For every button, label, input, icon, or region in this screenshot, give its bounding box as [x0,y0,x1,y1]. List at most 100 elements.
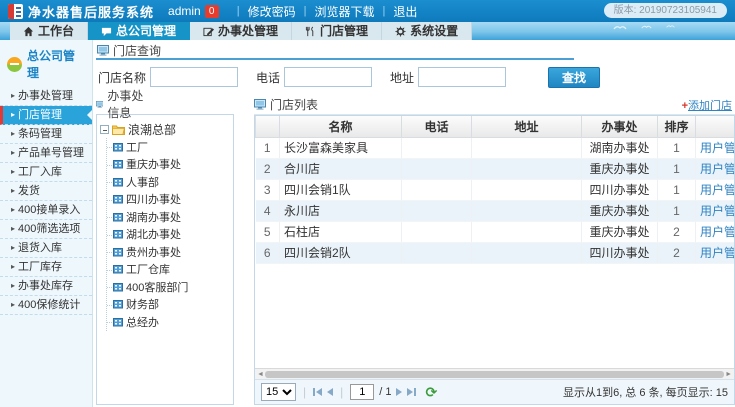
content: 门店查询 门店名称 电话 地址 查找 办事处信息 [93,40,735,407]
tab-系统设置[interactable]: 系统设置 [382,22,472,40]
sidebar-item-400保修统计[interactable]: ▸400保修统计 [0,296,92,315]
tree-node-label: 人事部 [126,174,159,190]
user-manage-link[interactable]: 用户管理 [700,141,734,155]
phone-input[interactable] [284,67,372,87]
cell-sort: 2 [658,221,696,242]
tree-root-node[interactable]: 浪潮总部 [100,121,230,138]
tree-node-人事部[interactable]: 人事部 [107,173,230,191]
user-manage-link[interactable]: 用户管理 [700,225,734,239]
building-icon [113,212,123,222]
cell-sort: 1 [658,137,696,158]
column-header: 排序 [658,116,696,137]
tree-node-重庆办事处[interactable]: 重庆办事处 [107,156,230,174]
user-manage-link[interactable]: 用户管理 [700,246,734,260]
sidebar-item-400接单录入[interactable]: ▸400接单录入 [0,201,92,220]
add-store-link[interactable]: +添加门店 [682,97,732,113]
sidebar-item-门店管理[interactable]: ▸门店管理 [0,106,92,125]
building-icon [113,177,123,187]
sidebar-item-办事处库存[interactable]: ▸办事处库存 [0,277,92,296]
column-header: 地址 [472,116,582,137]
tree-children: 工厂重庆办事处人事部四川办事处湖南办事处湖北办事处贵州办事处工厂仓库400客服部… [106,138,230,331]
first-page-button[interactable] [313,388,322,396]
horizontal-scrollbar[interactable]: ◄ ► [255,368,734,379]
table-row: 5石柱店重庆办事处2用户管理修改 [256,221,735,242]
cell-name: 石柱店 [280,221,402,242]
scrollbar-thumb[interactable] [265,371,724,378]
cell-name: 合川店 [280,158,402,179]
cell-name: 四川会销2队 [280,242,402,263]
refresh-icon[interactable]: ⟳ [425,384,437,401]
page-size-select[interactable]: 15 [261,383,296,401]
sidebar-item-工厂库存[interactable]: ▸工厂库存 [0,258,92,277]
tree-node-工厂仓库[interactable]: 工厂仓库 [107,261,230,279]
cell-phone [402,158,472,179]
tree-node-工厂[interactable]: 工厂 [107,138,230,156]
scroll-right-icon[interactable]: ► [725,371,732,378]
tab-门店管理[interactable]: 门店管理 [292,22,382,40]
next-page-button[interactable] [396,388,402,396]
cell-name: 长沙富森美家具 [280,137,402,158]
topbar-link[interactable]: 浏览器下载 [314,3,374,20]
tree-node-贵州办事处[interactable]: 贵州办事处 [107,243,230,261]
tree-node-400客服部门[interactable]: 400客服部门 [107,278,230,296]
tree-node-四川办事处[interactable]: 四川办事处 [107,191,230,209]
tree-node-湖北办事处[interactable]: 湖北办事处 [107,226,230,244]
page-number-input[interactable] [350,384,374,400]
triangle-bullet-icon: ▸ [11,106,15,124]
table-row: 4永川店重庆办事处1用户管理修改 [256,200,735,221]
sidebar: 总公司管理 ▸办事处管理▸门店管理▸条码管理▸产品单号管理▸工厂入库▸发货▸40… [0,40,93,407]
tree-root-label: 浪潮总部 [128,121,176,138]
tab-办事处管理[interactable]: 办事处管理 [190,22,292,40]
sidebar-item-办事处管理[interactable]: ▸办事处管理 [0,87,92,106]
collapse-icon[interactable] [100,125,109,134]
cell-phone [402,200,472,221]
sidebar-item-400筛选选项[interactable]: ▸400筛选选项 [0,220,92,239]
username: admin [168,4,201,18]
tree-node-财务部[interactable]: 财务部 [107,296,230,314]
scroll-left-icon[interactable]: ◄ [257,371,264,378]
cell-address [472,137,582,158]
user-manage-link[interactable]: 用户管理 [700,183,734,197]
cell-sort: 1 [658,200,696,221]
last-page-button[interactable] [407,388,416,396]
add-store-label: 添加门店 [688,100,732,112]
message-count-badge[interactable]: 0 [205,5,219,18]
search-button[interactable]: 查找 [548,67,600,88]
sidebar-item-发货[interactable]: ▸发货 [0,182,92,201]
panels: 办事处信息 浪潮总部 工厂重庆办事处人事部四川办事处湖南办事处湖北办事处贵州办事… [96,96,735,405]
sidebar-item-label: 条码管理 [18,125,62,143]
app-logo-icon [8,4,23,19]
cell-num: 4 [256,200,280,221]
cell-num: 5 [256,221,280,242]
gear-icon [395,26,406,37]
search-form: 门店名称 电话 地址 查找 [96,62,735,92]
sidebar-item-产品单号管理[interactable]: ▸产品单号管理 [0,144,92,163]
sidebar-item-条码管理[interactable]: ▸条码管理 [0,125,92,144]
user-manage-link[interactable]: 用户管理 [700,204,734,218]
sidebar-item-工厂入库[interactable]: ▸工厂入库 [0,163,92,182]
tree-node-湖南办事处[interactable]: 湖南办事处 [107,208,230,226]
tree-node-总经办[interactable]: 总经办 [107,313,230,331]
cell-num: 1 [256,137,280,158]
topbar-link[interactable]: 退出 [393,3,417,20]
tree-node-label: 工厂 [126,139,148,155]
column-header: 名称 [280,116,402,137]
tree-node-label: 400客服部门 [126,279,188,295]
sidebar-item-label: 工厂入库 [18,163,62,181]
user-manage-link[interactable]: 用户管理 [700,162,734,176]
prev-page-button[interactable] [327,388,333,396]
topbar-link[interactable]: 修改密码 [248,3,296,20]
tab-工作台[interactable]: 工作台 [10,22,88,40]
store-name-input[interactable] [150,67,238,87]
cell-phone [402,179,472,200]
top-bar: 净水器售后服务系统 admin 0 |修改密码|浏览器下载|退出 版本: 201… [0,0,735,22]
bird-icon [666,24,675,28]
address-input[interactable] [418,67,506,87]
cell-num: 6 [256,242,280,263]
cell-actions: 用户管理修改 [696,179,735,200]
sidebar-item-退货入库[interactable]: ▸退货入库 [0,239,92,258]
tab-总公司管理[interactable]: 总公司管理 [88,22,190,40]
table-header-row: 名称电话地址办事处排序操作 [256,116,735,137]
office-tree-panel: 办事处信息 浪潮总部 工厂重庆办事处人事部四川办事处湖南办事处湖北办事处贵州办事… [96,96,234,405]
cell-sort: 1 [658,158,696,179]
